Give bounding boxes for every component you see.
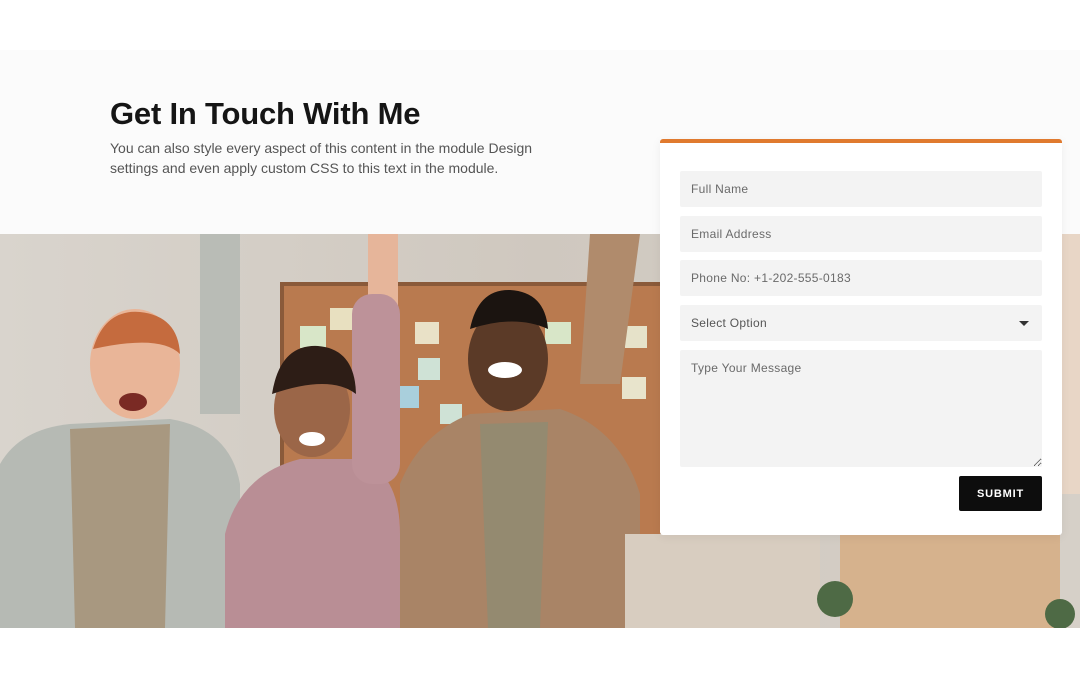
email-field[interactable] — [680, 216, 1042, 252]
page-title: Get In Touch With Me — [110, 96, 421, 131]
select-label: Select Option — [691, 316, 767, 330]
caret-down-icon — [1019, 320, 1029, 326]
option-select[interactable]: Select Option — [680, 305, 1042, 341]
message-field[interactable] — [680, 350, 1042, 467]
contact-section: Get In Touch With Me You can also style … — [0, 50, 1080, 628]
intro-text: You can also style every aspect of this … — [110, 140, 533, 176]
phone-field[interactable] — [680, 260, 1042, 296]
contact-form-card: Select Option SUBMIT — [660, 139, 1062, 535]
submit-button[interactable]: SUBMIT — [959, 476, 1042, 511]
full-name-field[interactable] — [680, 171, 1042, 207]
